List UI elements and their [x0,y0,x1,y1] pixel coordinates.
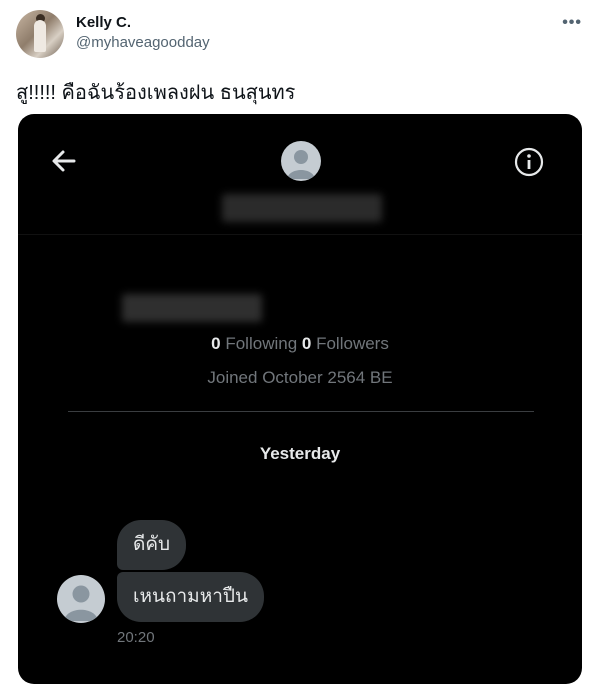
joined-date: Joined October 2564 BE [207,368,393,387]
author-avatar[interactable] [16,10,64,58]
profile-divider [68,411,534,412]
more-options-icon[interactable]: ••• [562,14,582,32]
message-timestamp: 20:20 [117,629,155,646]
default-avatar-icon [57,575,105,623]
follow-counts: 0 Following 0 Followers [18,334,582,354]
blurred-display-name [222,194,382,222]
author-name[interactable]: Kelly C. [76,14,131,31]
date-divider: Yesterday [259,444,341,463]
message-bubble: ดีคับ [117,520,187,570]
message-bubble: เหนถามหาปืน [117,572,264,622]
default-avatar-icon [281,141,321,181]
tweet-text: สู!!!!! คือฉันร้องเพลงฝน ธนสุนทร [16,82,296,104]
tweet-media-screenshot[interactable]: 0 Following 0 Followers Joined October 2… [18,114,582,684]
following-count: 0 [211,334,221,353]
followers-label: Followers [316,334,389,353]
blurred-handle [122,294,262,322]
header-divider [18,234,582,235]
info-icon [514,147,544,177]
followers-count: 0 [301,334,312,353]
avatar-figure-body [34,20,46,52]
back-arrow-icon [50,147,78,175]
tweet-header: Kelly C. @myhaveagoodday ••• [16,10,586,60]
author-handle[interactable]: @myhaveagoodday [76,34,210,51]
following-label: Following [225,334,298,353]
